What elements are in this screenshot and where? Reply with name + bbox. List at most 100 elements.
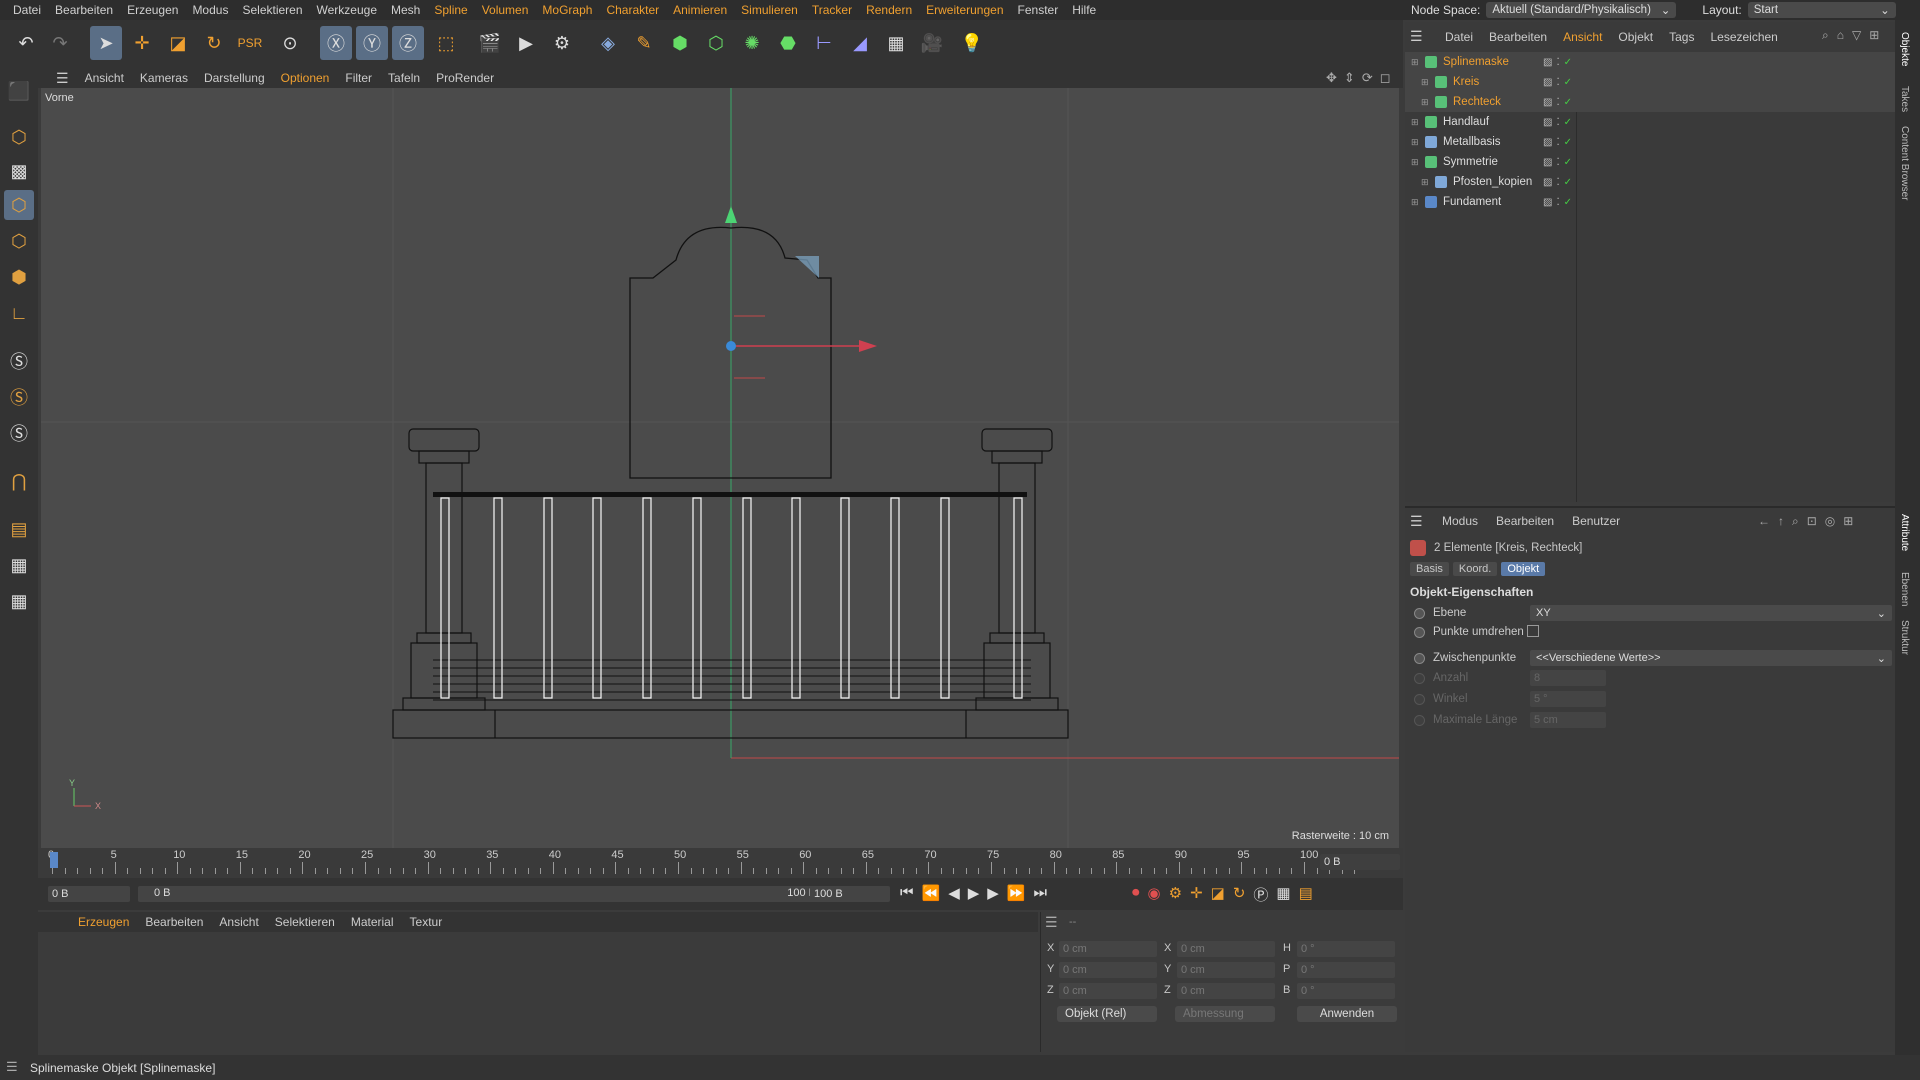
- enabled-check-icon[interactable]: ✓: [1564, 197, 1572, 208]
- ebene-select[interactable]: XY ⌄: [1530, 605, 1892, 621]
- redo-button[interactable]: ↷: [44, 26, 76, 60]
- home-icon[interactable]: ⌂: [1837, 28, 1844, 43]
- timeline-ruler[interactable]: 0510152025303540455055606570758085909510…: [38, 848, 1403, 878]
- expand-icon[interactable]: ⊞: [1411, 137, 1421, 148]
- attr-menu-benutzer[interactable]: Benutzer: [1572, 514, 1620, 528]
- lock-workplane-button[interactable]: ▦: [4, 550, 34, 580]
- menu-rendern[interactable]: Rendern: [859, 3, 919, 17]
- sky-button[interactable]: ▦: [880, 26, 912, 60]
- next-frame-icon[interactable]: ▶: [987, 884, 999, 902]
- visibility-dots-icon[interactable]: ⁚: [1556, 157, 1559, 168]
- maximize-icon[interactable]: ◻: [1380, 70, 1391, 86]
- rotate-tool-button[interactable]: ↻: [198, 26, 230, 60]
- key-settings-icon[interactable]: ⚙: [1169, 884, 1182, 905]
- viewport-front[interactable]: Vorne Y X Rasterweite : 10 cm: [41, 88, 1399, 848]
- side-tab-content-browser[interactable]: Content Browser: [1899, 126, 1910, 200]
- move-tool-button[interactable]: ✛: [126, 26, 158, 60]
- points-mode-button[interactable]: ⬡: [4, 190, 34, 220]
- gizmo-x-arrow[interactable]: [859, 340, 877, 352]
- new-window-icon[interactable]: ⊞: [1843, 514, 1853, 529]
- psr-tool-button[interactable]: PSR: [234, 26, 266, 60]
- subdivision-button[interactable]: ⬢: [664, 26, 696, 60]
- size-mode-select[interactable]: Abmessung: [1175, 1006, 1275, 1022]
- expand-icon[interactable]: ⊞: [1421, 177, 1431, 188]
- floor-button[interactable]: ◢: [844, 26, 876, 60]
- cube-button[interactable]: ◈: [592, 26, 624, 60]
- material-menu-erzeugen[interactable]: Erzeugen: [70, 915, 137, 929]
- lock-icon[interactable]: ⊡: [1807, 514, 1817, 529]
- select-tool-button[interactable]: ➤: [90, 26, 122, 60]
- end-frame-field[interactable]: 100 B: [810, 886, 890, 902]
- key-points-icon[interactable]: ▦: [1276, 884, 1290, 905]
- menu-tracker[interactable]: Tracker: [805, 3, 859, 17]
- up-arrow-icon[interactable]: ↑: [1778, 514, 1784, 529]
- edit-toggle-icon[interactable]: ▨: [1543, 117, 1552, 128]
- go-to-start-icon[interactable]: ⏮: [900, 884, 914, 902]
- apply-button[interactable]: Anwenden: [1297, 1006, 1397, 1022]
- visibility-dots-icon[interactable]: ⁚: [1556, 137, 1559, 148]
- expand-icon[interactable]: ⊞: [1421, 97, 1431, 108]
- side-tab-takes[interactable]: Takes: [1899, 86, 1910, 112]
- punkte-checkbox[interactable]: [1527, 625, 1539, 637]
- gizmo-y-arrow[interactable]: [725, 206, 737, 223]
- node-space-select[interactable]: Aktuell (Standard/Physikalisch) ⌄: [1486, 2, 1677, 18]
- edit-toggle-icon[interactable]: ▨: [1543, 157, 1552, 168]
- snap-s1-button[interactable]: Ⓢ: [4, 346, 34, 376]
- tab-basis[interactable]: Basis: [1410, 562, 1449, 576]
- viewport-menu-optionen[interactable]: Optionen: [273, 71, 338, 85]
- pos-z-field[interactable]: 0 cm: [1059, 983, 1157, 999]
- menu-animieren[interactable]: Animieren: [666, 3, 734, 17]
- enabled-check-icon[interactable]: ✓: [1564, 77, 1572, 88]
- search-icon[interactable]: ⌕: [1792, 514, 1799, 529]
- viewport-menu-prorender[interactable]: ProRender: [428, 71, 502, 85]
- texture-mode-button[interactable]: ▩: [4, 156, 34, 186]
- edges-mode-button[interactable]: ⬡: [4, 226, 34, 256]
- object-menu-bearbeiten[interactable]: Bearbeiten: [1481, 30, 1555, 44]
- ebene-anim-icon[interactable]: [1414, 607, 1425, 619]
- coord-mode-select[interactable]: Objekt (Rel): [1057, 1006, 1157, 1022]
- material-area[interactable]: [38, 932, 1038, 1052]
- playhead[interactable]: [50, 852, 58, 868]
- tab-objekt[interactable]: Objekt: [1501, 562, 1546, 576]
- viewport-menu-darstellung[interactable]: Darstellung: [196, 71, 273, 85]
- live-select-button[interactable]: ⊙: [274, 26, 306, 60]
- object-row[interactable]: ⊞ Pfosten_kopien ▨ ⁚ ✓: [1405, 172, 1895, 192]
- start-frame-field[interactable]: 0 B: [48, 886, 130, 902]
- cloner-button[interactable]: ⬣: [772, 26, 804, 60]
- material-menu-ansicht[interactable]: Ansicht: [211, 915, 266, 929]
- rot-p-field[interactable]: 0 °: [1297, 962, 1395, 978]
- menu-fenster[interactable]: Fenster: [1011, 3, 1066, 17]
- render-picture-viewer-button[interactable]: ▶: [510, 26, 542, 60]
- visibility-dots-icon[interactable]: ⁚: [1556, 177, 1559, 188]
- z-axis-lock-button[interactable]: Ⓩ: [392, 26, 424, 60]
- menu-modus[interactable]: Modus: [185, 3, 235, 17]
- expand-icon[interactable]: ⊞: [1411, 157, 1421, 168]
- pan-icon[interactable]: ✥: [1326, 70, 1337, 86]
- object-menu-lesezeichen[interactable]: Lesezeichen: [1702, 30, 1785, 44]
- search-icon[interactable]: ⌕: [1822, 28, 1829, 43]
- range-slider[interactable]: 0 B 100 B: [138, 886, 828, 902]
- menu-bearbeiten[interactable]: Bearbeiten: [48, 3, 120, 17]
- y-axis-lock-button[interactable]: Ⓨ: [356, 26, 388, 60]
- viewport-menu-filter[interactable]: Filter: [337, 71, 380, 85]
- filter-icon[interactable]: ▽: [1852, 28, 1861, 43]
- visibility-dots-icon[interactable]: ⁚: [1556, 57, 1559, 68]
- camera-button[interactable]: 🎥: [916, 26, 948, 60]
- enabled-check-icon[interactable]: ✓: [1564, 157, 1572, 168]
- menu-simulieren[interactable]: Simulieren: [734, 3, 805, 17]
- edit-toggle-icon[interactable]: ▨: [1543, 137, 1552, 148]
- object-row[interactable]: ⊞ Kreis ▨ ⁚ ✓: [1405, 72, 1895, 92]
- visibility-dots-icon[interactable]: ⁚: [1556, 77, 1559, 88]
- rot-h-field[interactable]: 0 °: [1297, 941, 1395, 957]
- render-settings-button[interactable]: ⚙: [546, 26, 578, 60]
- back-arrow-icon[interactable]: ←: [1758, 514, 1770, 529]
- make-editable-button[interactable]: ⬛: [4, 76, 34, 106]
- prev-key-icon[interactable]: ⏪: [922, 884, 941, 902]
- undo-button[interactable]: ↶: [10, 26, 42, 60]
- light-button[interactable]: 💡: [956, 26, 988, 60]
- object-menu-datei[interactable]: Datei: [1437, 30, 1481, 44]
- viewport-menu-tafeln[interactable]: Tafeln: [380, 71, 428, 85]
- enabled-check-icon[interactable]: ✓: [1564, 177, 1572, 188]
- field-button[interactable]: ⊢: [808, 26, 840, 60]
- scale-tool-button[interactable]: ◪: [162, 26, 194, 60]
